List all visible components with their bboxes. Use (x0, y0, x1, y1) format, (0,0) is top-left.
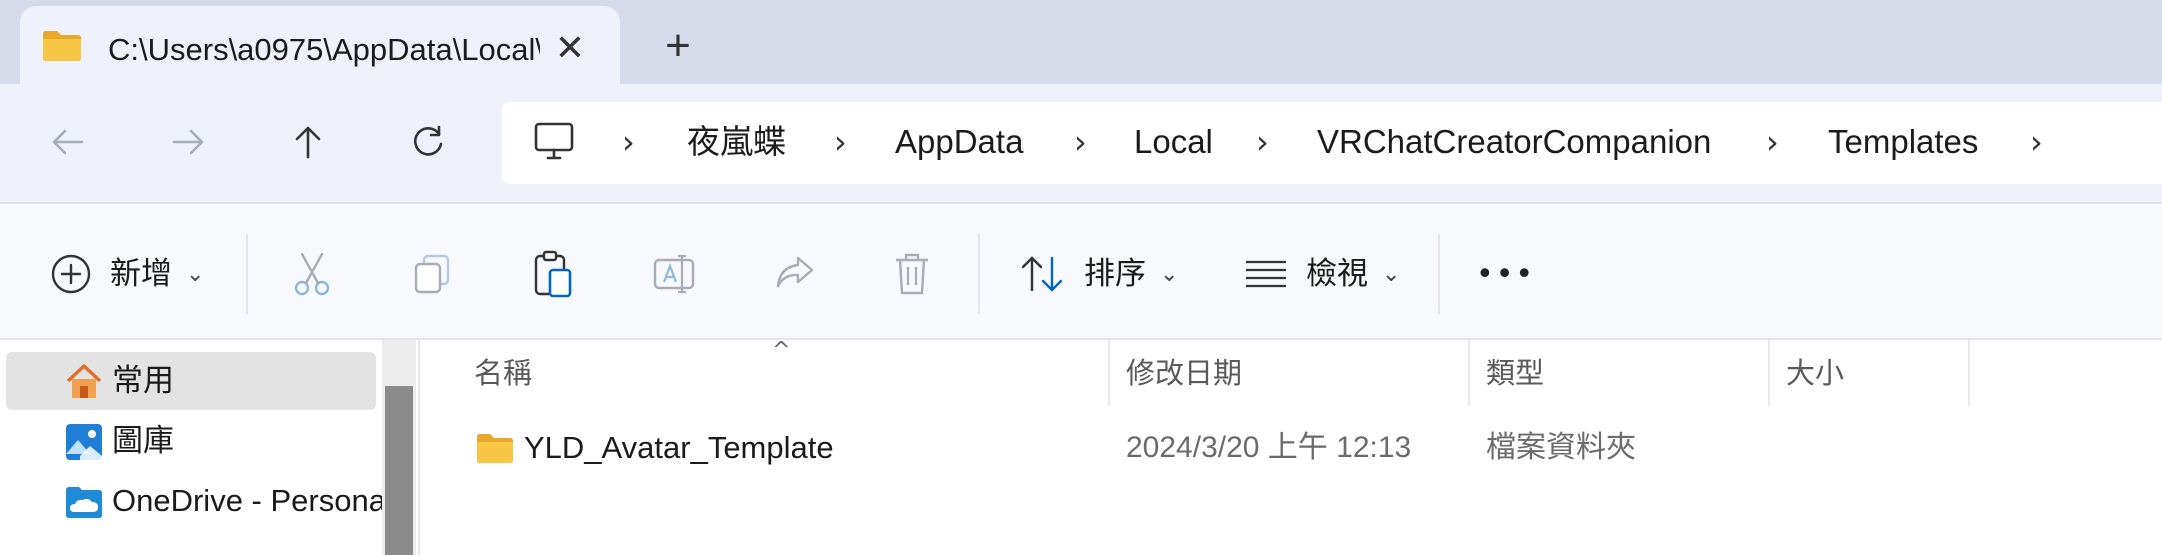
refresh-icon (413, 125, 443, 156)
forward-button[interactable] (160, 114, 216, 170)
chevron-down-icon: ⌄ (1160, 261, 1179, 287)
copy-icon (414, 254, 450, 294)
back-button[interactable] (40, 114, 96, 170)
explorer-tab[interactable]: C:\Users\a0975\AppData\Local\VRChatCreat… (20, 6, 620, 90)
breadcrumb-item[interactable]: AppData (895, 122, 1023, 162)
chevron-down-icon: ⌄ (186, 261, 205, 287)
file-type: 檔案資料夾 (1486, 431, 1636, 464)
sidebar-item-label: 圖庫 (112, 423, 174, 458)
toolbar-divider (978, 234, 980, 314)
sort-ascending-icon: ^ (772, 338, 791, 363)
close-tab-icon[interactable]: ✕ (550, 28, 590, 68)
breadcrumb-item[interactable]: VRChatCreatorCompanion (1317, 122, 1711, 162)
rename-button[interactable] (652, 246, 696, 302)
share-button[interactable] (772, 246, 816, 302)
arrow-up-icon (295, 126, 321, 159)
breadcrumb-item[interactable]: Local (1134, 122, 1213, 162)
column-header-name[interactable]: 名稱 (474, 354, 532, 394)
this-pc-icon (534, 122, 574, 160)
column-header-modified[interactable]: 修改日期 (1126, 354, 1242, 394)
rename-icon (653, 254, 695, 294)
copy-button[interactable] (412, 246, 452, 302)
file-modified: 2024/3/20 上午 12:13 (1126, 431, 1412, 464)
column-resizer[interactable] (1968, 340, 1970, 406)
sidebar-item-home[interactable]: 常用 (6, 352, 376, 410)
column-header-size[interactable]: 大小 (1786, 354, 1844, 394)
address-bar[interactable]: › 夜嵐蝶 › AppData › Local › VRChatCreatorC… (502, 102, 2162, 184)
sort-button[interactable]: 排序 ⌄ (1020, 246, 1178, 302)
column-resizer[interactable] (1768, 340, 1770, 406)
chevron-right-icon[interactable]: › (1766, 122, 1779, 162)
breadcrumb-item[interactable]: 夜嵐蝶 (687, 122, 786, 162)
home-icon (66, 364, 102, 398)
chevron-right-icon[interactable]: › (2030, 122, 2043, 162)
up-button[interactable] (280, 114, 336, 170)
new-button[interactable]: 新增 ⌄ (50, 246, 204, 302)
sidebar-item-label: 常用 (112, 363, 174, 398)
command-bar: 新增 ⌄ 排序 ⌄ 檢視 ⌄ ••• (0, 202, 2162, 340)
trash-icon (896, 253, 928, 295)
column-header-type[interactable]: 類型 (1486, 354, 1544, 394)
file-name: YLD_Avatar_Template (524, 430, 834, 465)
sidebar-item-gallery[interactable]: 圖庫 (6, 412, 376, 470)
chevron-down-icon: ⌄ (1382, 261, 1401, 287)
list-view-icon (1246, 260, 1286, 288)
sidebar-item-onedrive[interactable]: OneDrive - Personal (6, 472, 393, 530)
view-label: 檢視 (1306, 256, 1368, 291)
tab-title: C:\Users\a0975\AppData\Local\VRChatCreat… (108, 32, 540, 67)
column-resizer[interactable] (1108, 340, 1110, 406)
clipboard-icon (534, 250, 572, 298)
chevron-right-icon[interactable]: › (1256, 122, 1269, 162)
toolbar-divider (1438, 234, 1440, 314)
new-label: 新增 (110, 256, 172, 291)
paste-button[interactable] (532, 246, 574, 302)
gallery-icon (66, 424, 102, 460)
column-resizer[interactable] (1468, 340, 1470, 406)
folder-icon (43, 31, 81, 61)
plus-circle-icon (51, 254, 91, 294)
sort-label: 排序 (1084, 256, 1146, 291)
column-header-row: ^ 名稱 修改日期 類型 大小 (420, 338, 2162, 408)
file-row[interactable]: YLD_Avatar_Template 2024/3/20 上午 12:13 檔… (420, 418, 2162, 480)
folder-icon (477, 434, 513, 463)
sort-arrows-icon (1021, 256, 1063, 292)
arrow-left-icon (52, 129, 84, 155)
toolbar-divider (246, 234, 248, 314)
navigation-pane: 常用 圖庫 OneDrive - Personal (0, 340, 393, 555)
scissors-icon (294, 252, 330, 296)
delete-button[interactable] (892, 246, 932, 302)
new-tab-button[interactable]: + (650, 24, 706, 68)
sidebar-item-label: OneDrive - Personal (112, 483, 393, 518)
arrow-right-icon (172, 129, 204, 155)
onedrive-icon (66, 487, 102, 518)
refresh-button[interactable] (400, 114, 456, 170)
breadcrumb-item[interactable]: Templates (1828, 122, 1978, 162)
chevron-right-icon[interactable]: › (834, 122, 847, 162)
nav-pane-scroll-thumb[interactable] (385, 386, 413, 555)
share-icon (776, 256, 814, 288)
chevron-right-icon[interactable]: › (622, 122, 635, 162)
more-options-icon[interactable]: ••• (1476, 246, 1535, 302)
navigation-row: › 夜嵐蝶 › AppData › Local › VRChatCreatorC… (0, 84, 2162, 202)
chevron-right-icon[interactable]: › (1074, 122, 1087, 162)
view-button[interactable]: 檢視 ⌄ (1244, 246, 1400, 302)
cut-button[interactable] (292, 246, 332, 302)
